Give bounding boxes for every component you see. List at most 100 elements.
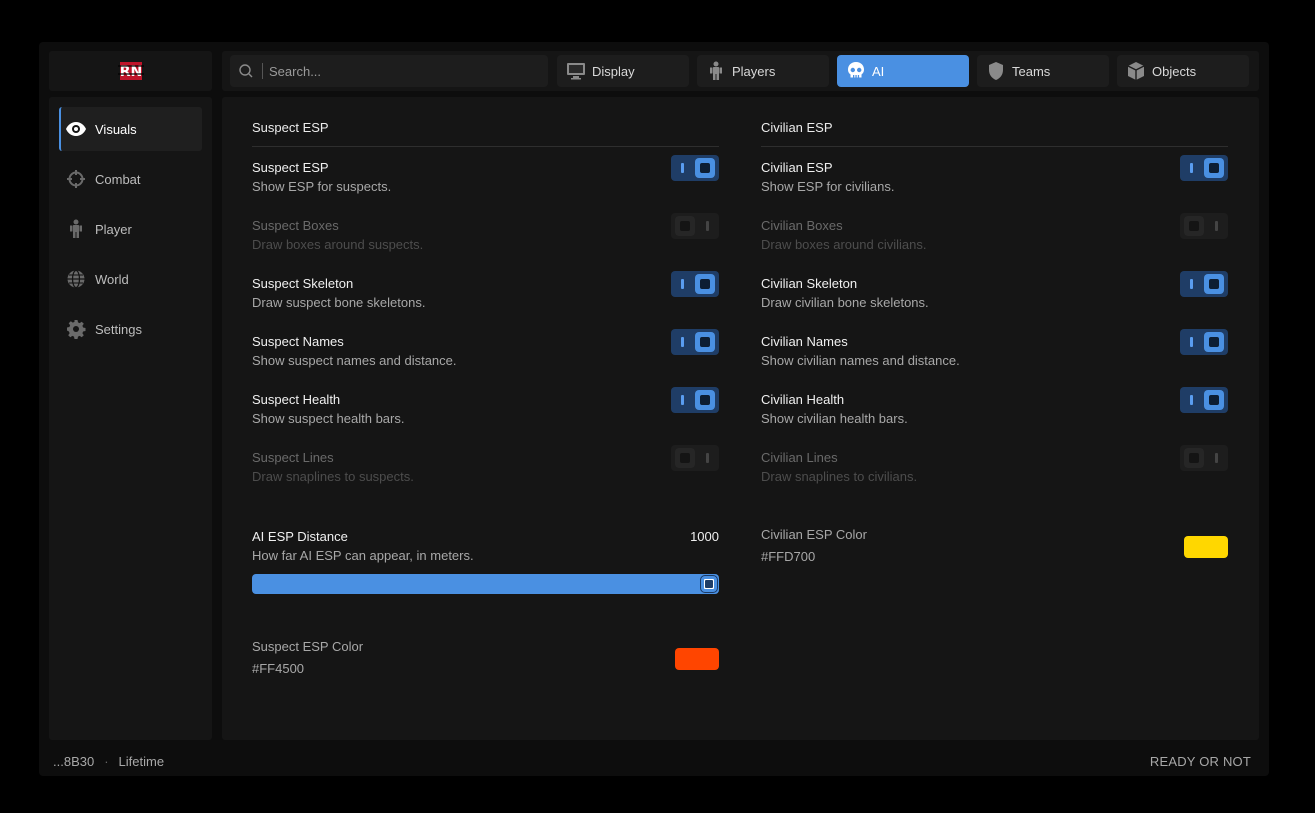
suspect-skeleton-toggle[interactable] <box>671 271 719 297</box>
setting-desc: Draw snaplines to civilians. <box>761 469 918 484</box>
setting-title: Civilian Lines <box>761 450 838 465</box>
suspect-color-swatch[interactable] <box>675 648 719 670</box>
setting-row-suspect-lines: Suspect Lines Draw snaplines to suspects… <box>252 445 719 489</box>
suspect-esp-toggle[interactable] <box>671 155 719 181</box>
search-input[interactable] <box>269 63 509 79</box>
suspect-lines-toggle[interactable] <box>671 445 719 471</box>
setting-desc: Show suspect names and distance. <box>252 353 457 368</box>
setting-desc: Draw boxes around suspects. <box>252 237 424 252</box>
setting-desc: Draw boxes around civilians. <box>761 237 927 252</box>
game-name: READY OR NOT <box>1149 753 1251 769</box>
civilian-names-toggle[interactable] <box>1180 329 1228 355</box>
setting-row-suspect-health: Suspect Health Show suspect health bars. <box>252 387 719 431</box>
skull-icon <box>845 60 867 82</box>
sidebar-item-label: Settings <box>95 321 142 337</box>
color-hex: #FFD700 <box>761 549 816 564</box>
sidebar-item-visuals[interactable]: Visuals <box>59 107 202 151</box>
sidebar-item-combat[interactable]: Combat <box>59 157 202 201</box>
setting-row-civilian-esp: Civilian ESP Show ESP for civilians. <box>761 155 1228 199</box>
setting-row-civilian-names: Civilian Names Show civilian names and d… <box>761 329 1228 373</box>
section-divider <box>252 146 719 147</box>
license-type: Lifetime <box>118 753 165 769</box>
tab-ai-label: AI <box>872 63 885 79</box>
setting-desc: Show civilian health bars. <box>761 411 908 426</box>
sidebar-item-player[interactable]: Player <box>59 207 202 251</box>
ai-esp-distance-slider[interactable] <box>252 574 719 594</box>
setting-title: Civilian Names <box>761 334 848 349</box>
search-icon <box>239 64 253 78</box>
color-title: Civilian ESP Color <box>761 527 867 542</box>
suspect-boxes-toggle[interactable] <box>671 213 719 239</box>
sidebar-item-label: World <box>95 271 129 287</box>
tab-players-label: Players <box>732 63 776 79</box>
civilian-boxes-toggle[interactable] <box>1180 213 1228 239</box>
rn-logo-icon: RN <box>117 62 144 80</box>
suspect-health-toggle[interactable] <box>671 387 719 413</box>
shield-icon <box>985 60 1007 82</box>
setting-title: Suspect Skeleton <box>252 276 354 291</box>
suspect-names-toggle[interactable] <box>671 329 719 355</box>
tab-ai[interactable]: AI <box>837 55 969 87</box>
sidebar-item-world[interactable]: World <box>59 257 202 301</box>
tab-teams[interactable]: Teams <box>977 55 1109 87</box>
setting-title: Civilian Boxes <box>761 218 843 233</box>
civilian-esp-toggle[interactable] <box>1180 155 1228 181</box>
setting-desc: Show ESP for civilians. <box>761 179 895 194</box>
civilian-lines-toggle[interactable] <box>1180 445 1228 471</box>
setting-row-suspect-skeleton: Suspect Skeleton Draw suspect bone skele… <box>252 271 719 315</box>
civilian-color-setting: Civilian ESP Color #FFD700 <box>761 524 1228 568</box>
setting-desc: Show civilian names and distance. <box>761 353 960 368</box>
setting-title: Suspect Boxes <box>252 218 339 233</box>
setting-row-suspect-boxes: Suspect Boxes Draw boxes around suspects… <box>252 213 719 257</box>
tab-display-label: Display <box>592 63 635 79</box>
setting-title: Civilian ESP <box>761 160 833 175</box>
globe-icon <box>65 268 87 290</box>
monitor-icon <box>565 60 587 82</box>
civilian-health-toggle[interactable] <box>1180 387 1228 413</box>
slider-desc: How far AI ESP can appear, in meters. <box>252 548 474 563</box>
sidebar: Visuals Combat Player World Settings <box>49 97 212 740</box>
civilian-color-swatch[interactable] <box>1184 536 1228 558</box>
setting-title: Civilian Skeleton <box>761 276 858 291</box>
setting-title: Civilian Health <box>761 392 845 407</box>
status-bar: ...8B30 · Lifetime READY OR NOT <box>39 746 1269 776</box>
setting-desc: Draw snaplines to suspects. <box>252 469 414 484</box>
setting-row-suspect-names: Suspect Names Show suspect names and dis… <box>252 329 719 373</box>
search-box[interactable] <box>230 55 548 87</box>
setting-row-civilian-skeleton: Civilian Skeleton Draw civilian bone ske… <box>761 271 1228 315</box>
setting-row-civilian-health: Civilian Health Show civilian health bar… <box>761 387 1228 431</box>
setting-title: Suspect Health <box>252 392 341 407</box>
tab-players[interactable]: Players <box>697 55 829 87</box>
setting-desc: Show suspect health bars. <box>252 411 405 426</box>
status-separator: · <box>104 753 109 769</box>
setting-title: Suspect ESP <box>252 160 329 175</box>
section-divider <box>761 146 1228 147</box>
settings-panel: Suspect ESP Suspect ESP Show ESP for sus… <box>222 97 1259 740</box>
ai-esp-distance-setting: AI ESP Distance 1000 How far AI ESP can … <box>252 526 719 596</box>
tab-display[interactable]: Display <box>557 55 689 87</box>
setting-desc: Show ESP for suspects. <box>252 179 392 194</box>
eye-icon <box>65 118 87 140</box>
app-window: RN Display Players <box>39 42 1269 776</box>
sidebar-item-label: Combat <box>95 171 141 187</box>
crosshair-icon <box>65 168 87 190</box>
section-title: Civilian ESP <box>761 120 833 135</box>
slider-thumb[interactable] <box>700 575 718 593</box>
tab-objects-label: Objects <box>1152 63 1197 79</box>
tab-teams-label: Teams <box>1012 63 1051 79</box>
setting-row-civilian-boxes: Civilian Boxes Draw boxes around civilia… <box>761 213 1228 257</box>
tab-objects[interactable]: Objects <box>1117 55 1249 87</box>
section-title: Suspect ESP <box>252 120 329 135</box>
setting-desc: Draw civilian bone skeletons. <box>761 295 929 310</box>
slider-value: 1000 <box>690 529 719 544</box>
slider-title: AI ESP Distance <box>252 529 348 544</box>
civilian-skeleton-toggle[interactable] <box>1180 271 1228 297</box>
setting-desc: Draw suspect bone skeletons. <box>252 295 426 310</box>
setting-row-suspect-esp: Suspect ESP Show ESP for suspects. <box>252 155 719 199</box>
sidebar-item-settings[interactable]: Settings <box>59 307 202 351</box>
color-hex: #FF4500 <box>252 661 305 676</box>
logo: RN <box>49 51 212 91</box>
setting-title: Suspect Lines <box>252 450 334 465</box>
suspect-color-setting: Suspect ESP Color #FF4500 <box>252 636 719 680</box>
setting-title: Suspect Names <box>252 334 344 349</box>
